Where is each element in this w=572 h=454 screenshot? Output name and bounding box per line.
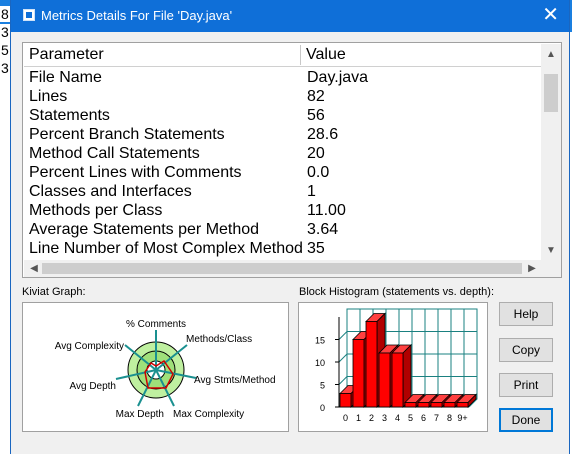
histogram-x-tick: 9+ (457, 413, 467, 423)
kiviat-axis-label: Avg Complexity (55, 341, 124, 352)
column-header-value[interactable]: Value (301, 44, 541, 66)
histogram-x-tick: 3 (382, 413, 387, 423)
parameter-cell: Lines (29, 88, 68, 105)
copy-button[interactable]: Copy (499, 338, 553, 362)
column-header-parameter[interactable]: Parameter (24, 44, 300, 66)
value-cell: 1 (307, 183, 316, 200)
histogram-x-tick: 1 (356, 413, 361, 423)
table-row[interactable]: Average Statements per Method 3.64 (24, 221, 541, 240)
done-button[interactable]: Done (499, 408, 553, 432)
table-row[interactable]: Statements 56 (24, 107, 541, 126)
list-header: Parameter Value (24, 44, 541, 67)
value-cell: 0.0 (307, 164, 330, 181)
kiviat-label: Kiviat Graph: (22, 286, 86, 298)
metrics-list[interactable]: Parameter Value File Name Day.java Lines 82… (22, 42, 562, 278)
scrollbar-corner (541, 260, 561, 277)
kiviat-graph: % Comments Methods/Class Avg Stmts/Metho… (22, 302, 289, 432)
kiviat-axis-label: Max Depth (116, 409, 164, 420)
value-cell: 11.00 (307, 202, 346, 219)
value-cell: 56 (307, 107, 325, 124)
histogram-x-tick: 5 (408, 413, 413, 423)
parameter-cell: Percent Branch Statements (29, 126, 225, 143)
block-histogram: 0 5 10 15 0 1 2 3 4 5 6 7 8 9+ (298, 302, 488, 432)
parameter-cell: Classes and Interfaces (29, 183, 192, 200)
value-cell: 82 (307, 88, 325, 105)
dialog-titlebar[interactable]: Metrics Details For File 'Day.java' ✕ (11, 0, 569, 32)
value-cell: 28.6 (307, 126, 339, 143)
table-row[interactable]: File Name Day.java (24, 69, 541, 88)
kiviat-axis-label: Avg Stmts/Method (194, 375, 276, 386)
histogram-svg: 0510150 1 2 3 4 5 6 7 8 9+ (315, 308, 478, 423)
histogram-y-tick: 10 (315, 358, 325, 368)
help-button[interactable]: Help (499, 302, 553, 326)
scroll-down-icon[interactable]: ▼ (541, 242, 561, 260)
value-cell: 35 (307, 240, 325, 257)
metrics-dialog: Metrics Details For File 'Day.java' ✕ Pa… (10, 0, 570, 454)
parameter-cell: Percent Lines with Comments (29, 164, 242, 181)
table-row[interactable]: Line Number of Most Complex Method 35 (24, 240, 541, 259)
dialog-title: Metrics Details For File 'Day.java' (41, 8, 233, 23)
parameter-cell: Average Statements per Method (29, 221, 260, 238)
window-icon (23, 9, 35, 21)
table-row[interactable]: Method Call Statements 20 (24, 145, 541, 164)
parameter-cell: File Name (29, 69, 102, 86)
histogram-x-tick: 0 (343, 413, 348, 423)
parameter-cell: Line Number of Most Complex Method (29, 240, 303, 257)
table-row[interactable]: Lines 82 (24, 88, 541, 107)
vertical-scroll-thumb[interactable] (544, 74, 558, 112)
horizontal-scroll-thumb[interactable] (42, 263, 522, 274)
table-row[interactable]: Percent Branch Statements 28.6 (24, 126, 541, 145)
parameter-cell: Methods per Class (29, 202, 163, 219)
histogram-label: Block Histogram (statements vs. depth): (299, 286, 495, 298)
histogram-y-tick: 0 (320, 403, 325, 413)
scroll-right-icon[interactable]: ▶ (522, 260, 542, 278)
table-row[interactable]: Classes and Interfaces 1 (24, 183, 541, 202)
histogram-x-tick: 7 (434, 413, 439, 423)
close-icon[interactable]: ✕ (542, 3, 559, 27)
kiviat-axis-label: % Comments (126, 319, 186, 330)
parameter-cell: Method Call Statements (29, 145, 200, 162)
histogram-y-tick: 15 (315, 336, 325, 346)
table-row[interactable]: Percent Lines with Comments 0.0 (24, 164, 541, 183)
histogram-x-tick: 6 (421, 413, 426, 423)
histogram-y-tick: 5 (320, 381, 325, 391)
parameter-cell: Statements (29, 107, 110, 124)
kiviat-axis-label: Avg Depth (69, 381, 116, 392)
horizontal-scrollbar[interactable]: ◀ ▶ (24, 260, 541, 277)
kiviat-axis-label: Methods/Class (186, 334, 252, 345)
value-cell: 20 (307, 145, 325, 162)
kiviat-svg: % Comments Methods/Class Avg Stmts/Metho… (55, 319, 276, 420)
histogram-bar (391, 344, 412, 408)
scroll-up-icon[interactable]: ▲ (541, 46, 561, 64)
histogram-x-tick: 8 (447, 413, 452, 423)
value-cell: Day.java (307, 69, 369, 86)
kiviat-axis-label: Max Complexity (173, 409, 244, 420)
value-cell: 3.64 (307, 221, 339, 238)
print-button[interactable]: Print (499, 373, 553, 397)
histogram-x-tick: 4 (395, 413, 400, 423)
histogram-x-tick: 2 (369, 413, 374, 423)
table-row[interactable]: Methods per Class 11.00 (24, 202, 541, 221)
vertical-scrollbar[interactable]: ▲ ▼ (541, 44, 561, 260)
scroll-left-icon[interactable]: ◀ (24, 260, 44, 278)
